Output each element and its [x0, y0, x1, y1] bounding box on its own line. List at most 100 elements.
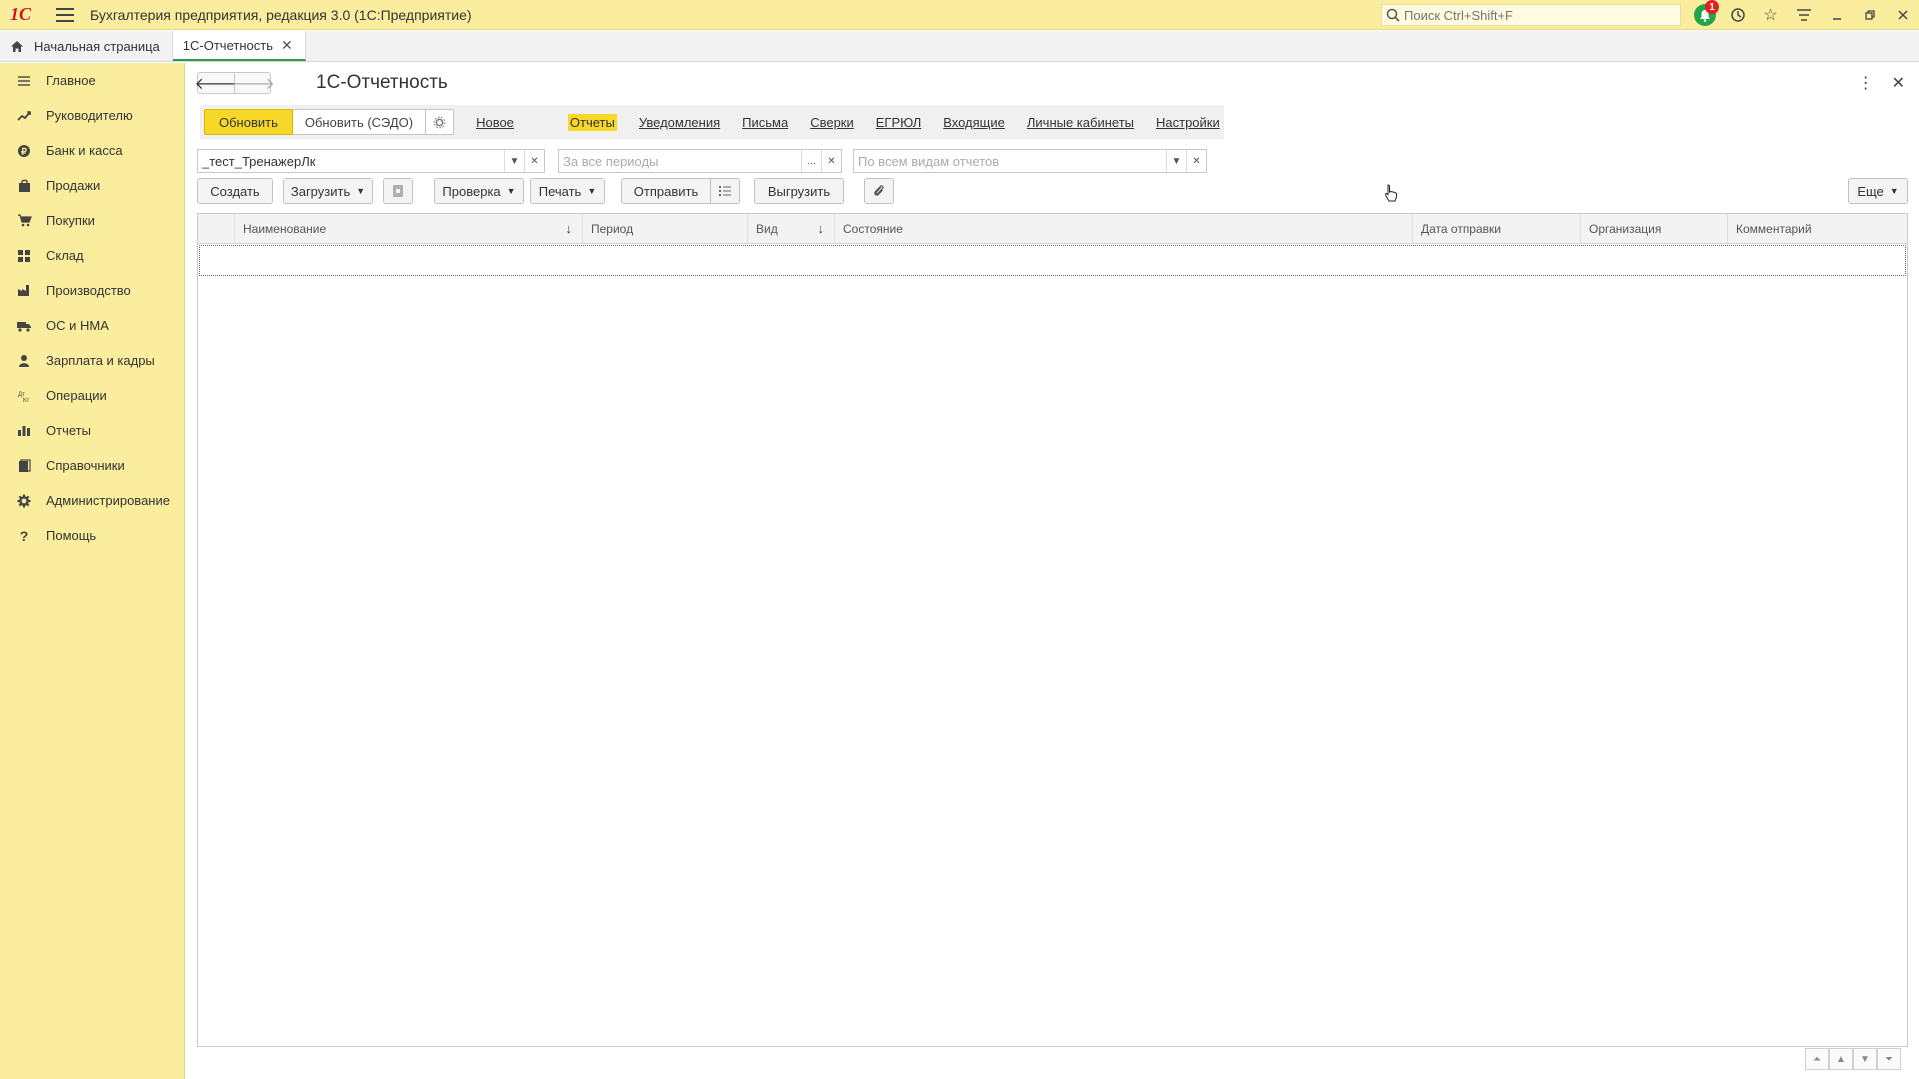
sidebar-item-help[interactable]: ? Помощь — [0, 518, 184, 553]
global-search[interactable] — [1381, 4, 1681, 26]
notifications-badge: 1 — [1705, 0, 1719, 14]
scroll-bottom-icon[interactable]: ⏷ — [1877, 1048, 1901, 1070]
forward-arrow-icon[interactable]: 🡒 — [232, 73, 275, 93]
sidebar-item-administration[interactable]: Администрирование — [0, 483, 184, 518]
favorites-star-icon[interactable]: ☆ — [1754, 3, 1787, 27]
report-type-field[interactable] — [854, 151, 1166, 171]
sidebar-item-production[interactable]: Производство — [0, 273, 184, 308]
column-label: Организация — [1589, 221, 1662, 236]
search-icon — [1386, 8, 1400, 22]
history-icon[interactable] — [1721, 3, 1754, 27]
send-options-button[interactable] — [710, 178, 740, 204]
scroll-up-icon[interactable]: ▲ — [1829, 1048, 1853, 1070]
load-button[interactable]: Загрузить ▼ — [283, 178, 373, 204]
book-icon — [16, 458, 32, 474]
column-label: Период — [591, 221, 634, 236]
clear-icon[interactable]: ✕ — [524, 150, 544, 172]
column-header-organization[interactable]: Организация — [1581, 214, 1728, 243]
restore-icon[interactable] — [1853, 3, 1886, 27]
close-window-icon[interactable] — [1886, 3, 1919, 27]
scroll-down-icon[interactable]: ▼ — [1853, 1048, 1877, 1070]
period-field[interactable] — [559, 151, 801, 171]
table-row[interactable] — [199, 245, 1906, 276]
link-reconciliations[interactable]: Сверки — [810, 115, 854, 130]
command-panel: Обновить Обновить (СЭДО) Новое Отчеты Ув… — [200, 105, 1224, 139]
scroll-top-icon[interactable]: ⏶ — [1805, 1048, 1829, 1070]
search-input[interactable] — [1404, 7, 1664, 23]
sidebar-item-label: ОС и НМА — [46, 318, 109, 333]
export-button[interactable]: Выгрузить — [754, 178, 844, 204]
create-button[interactable]: Создать — [197, 178, 273, 204]
link-egrul[interactable]: ЕГРЮЛ — [876, 115, 921, 130]
functions-menu-icon[interactable] — [1787, 3, 1820, 27]
minimize-icon[interactable] — [1820, 3, 1853, 27]
link-personal-cabinets[interactable]: Личные кабинеты — [1027, 115, 1134, 130]
sidebar-item-warehouse[interactable]: Склад — [0, 238, 184, 273]
tab-bar: Начальная страница 1С-Отчетность ✕ — [0, 31, 1919, 62]
more-button[interactable]: Еще ▼ — [1848, 178, 1908, 204]
table-header: Наименование ↓ Период Вид ↓ Состояние Да… — [198, 214, 1907, 244]
factory-icon — [16, 283, 32, 299]
button-label: Проверка — [442, 183, 501, 199]
sidebar-item-label: Производство — [46, 283, 131, 298]
close-form-icon[interactable]: ✕ — [1892, 73, 1905, 93]
truck-icon — [16, 318, 32, 334]
choose-period-icon[interactable]: … — [801, 150, 821, 172]
update-sedo-button[interactable]: Обновить (СЭДО) — [292, 109, 427, 135]
sidebar-item-main[interactable]: Главное — [0, 63, 184, 98]
form-area: 🡐 🡒 1С-Отчетность ⋮ ✕ Обновить Обновить … — [186, 63, 1919, 1079]
sidebar-item-bank[interactable]: ₽ Банк и касса — [0, 133, 184, 168]
sidebar-item-fixed-assets[interactable]: ОС и НМА — [0, 308, 184, 343]
notifications-button[interactable]: 1 — [1688, 0, 1721, 27]
attach-button[interactable] — [864, 178, 894, 204]
paperclip-icon — [874, 185, 884, 196]
sidebar-item-sales[interactable]: Продажи — [0, 168, 184, 203]
dt-kt-icon: Дт Кт — [16, 388, 32, 404]
print-button[interactable]: Печать ▼ — [530, 178, 605, 204]
sidebar-item-reports[interactable]: Отчеты — [0, 413, 184, 448]
settings-gear-button[interactable] — [426, 109, 455, 135]
sidebar-item-label: Зарплата и кадры — [46, 353, 155, 368]
dropdown-arrow-icon[interactable]: ▼ — [504, 150, 524, 172]
archive-button[interactable] — [383, 178, 413, 204]
sidebar-item-salary[interactable]: Зарплата и кадры — [0, 343, 184, 378]
link-letters[interactable]: Письма — [742, 115, 788, 130]
clear-icon[interactable]: ✕ — [821, 150, 841, 172]
organization-field[interactable] — [198, 151, 504, 171]
sidebar-item-operations[interactable]: Дт Кт Операции — [0, 378, 184, 413]
list-scroll-controls: ⏶ ▲ ▼ ⏷ — [1805, 1048, 1901, 1070]
question-icon: ? — [19, 527, 29, 544]
sidebar-item-label: Отчеты — [46, 423, 91, 438]
link-reports[interactable]: Отчеты — [567, 113, 617, 131]
column-header-send-date[interactable]: Дата отправки — [1413, 214, 1581, 243]
check-button[interactable]: Проверка ▼ — [434, 178, 524, 204]
column-header-marker — [198, 214, 235, 243]
sidebar-item-manager[interactable]: Руководителю — [0, 98, 184, 133]
history-navigation: 🡐 🡒 — [195, 72, 275, 94]
dropdown-arrow-icon[interactable]: ▼ — [1166, 150, 1186, 172]
column-header-type[interactable]: Вид ↓ — [748, 214, 835, 243]
tab-home[interactable]: Начальная страница — [0, 31, 173, 61]
more-vertical-icon[interactable]: ⋮ — [1858, 73, 1874, 93]
clear-icon[interactable]: ✕ — [1186, 150, 1206, 172]
sidebar-item-purchases[interactable]: Покупки — [0, 203, 184, 238]
list-icon — [719, 186, 731, 196]
link-notifications[interactable]: Уведомления — [639, 115, 720, 130]
update-button[interactable]: Обновить — [204, 109, 293, 135]
column-header-name[interactable]: Наименование ↓ — [235, 214, 583, 243]
close-tab-icon[interactable]: ✕ — [281, 37, 293, 54]
tab-1c-reporting[interactable]: 1С-Отчетность ✕ — [172, 31, 306, 61]
link-new[interactable]: Новое — [476, 115, 514, 130]
column-header-period[interactable]: Период — [583, 214, 748, 243]
main-menu-icon[interactable] — [56, 7, 74, 22]
column-header-comment[interactable]: Комментарий — [1728, 214, 1907, 243]
link-settings[interactable]: Настройки — [1156, 115, 1220, 130]
send-button[interactable]: Отправить — [621, 178, 711, 204]
tab-label: 1С-Отчетность — [182, 37, 273, 53]
gear-icon — [433, 116, 446, 128]
column-header-status[interactable]: Состояние — [835, 214, 1413, 243]
sidebar-item-catalogs[interactable]: Справочники — [0, 448, 184, 483]
link-incoming[interactable]: Входящие — [943, 115, 1005, 130]
app-title: Бухгалтерия предприятия, редакция 3.0 (1… — [90, 6, 472, 23]
back-arrow-icon[interactable]: 🡐 — [195, 73, 237, 93]
